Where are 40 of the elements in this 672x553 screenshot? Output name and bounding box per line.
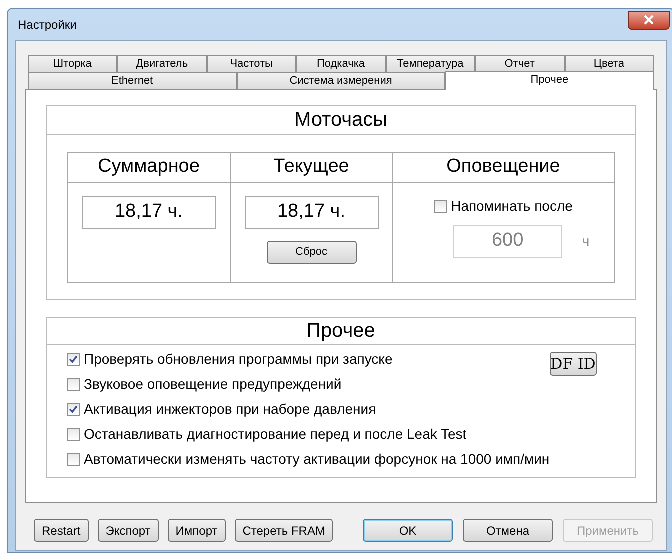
- checkbox[interactable]: [67, 378, 80, 390]
- tab[interactable]: Частоты: [206, 55, 296, 72]
- checkbox-label: Звуковое оповещение предупреждений: [84, 374, 342, 394]
- tab[interactable]: Подкачка: [296, 55, 386, 72]
- value-field[interactable]: 18,17 ч.: [82, 196, 216, 229]
- group-title: Моточасы: [294, 108, 388, 133]
- close-button[interactable]: [628, 10, 670, 30]
- checkbox[interactable]: [67, 402, 80, 416]
- checkbox-label: Проверять обновления программы при запуске: [84, 350, 393, 369]
- checkbox[interactable]: [67, 352, 80, 366]
- checkbox-label: Напоминать после: [451, 197, 573, 216]
- dialog-button[interactable]: Импорт: [168, 519, 226, 542]
- reset-button[interactable]: Сброс: [266, 241, 356, 264]
- dialog-button[interactable]: Отмена: [463, 519, 553, 542]
- dialog-button[interactable]: Экспорт: [98, 519, 159, 542]
- df-id-button[interactable]: DF ID: [550, 352, 597, 376]
- column-heading: Оповещение: [446, 155, 560, 180]
- tab[interactable]: Двигатель: [117, 55, 207, 72]
- checkbox-label: Останавливать диагностирование перед и после Leak Test: [84, 424, 467, 444]
- checkbox[interactable]: [67, 452, 80, 466]
- dialog-button[interactable]: Restart: [34, 519, 89, 542]
- column-heading: Суммарное: [98, 155, 200, 180]
- dialog-button[interactable]: OK: [363, 519, 453, 542]
- tab[interactable]: Система измерения: [236, 72, 446, 89]
- tab[interactable]: Шторка: [28, 55, 118, 72]
- dialog-button[interactable]: Стереть FRAM: [234, 519, 334, 542]
- tab[interactable]: Цвета: [564, 55, 654, 72]
- window-title: Настройки: [17, 16, 77, 34]
- checkbox-label: Активация инжекторов при наборе давления: [84, 400, 376, 419]
- tab[interactable]: Температура: [386, 55, 476, 72]
- value-field[interactable]: 18,17 ч.: [244, 196, 378, 229]
- checkbox-label: Автоматически изменять частоту активации форсунок на 1000 имп/мин: [84, 450, 550, 469]
- tab[interactable]: Ethernet: [28, 72, 237, 89]
- tab[interactable]: Отчет: [475, 55, 565, 72]
- close-icon: [644, 15, 654, 25]
- column-heading: Текущее: [274, 155, 350, 180]
- unit-label: ч: [582, 232, 590, 251]
- group-title: Прочее: [306, 319, 376, 344]
- tab[interactable]: Прочее: [445, 71, 654, 90]
- checkbox[interactable]: [67, 428, 80, 440]
